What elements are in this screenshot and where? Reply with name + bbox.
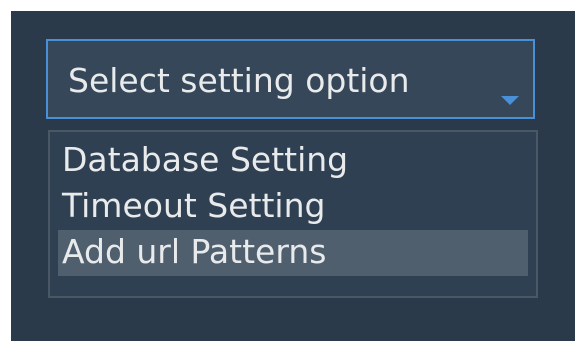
chevron-down-icon[interactable] [501,96,519,105]
option-timeout-setting[interactable]: Timeout Setting [58,184,528,230]
option-add-url-patterns[interactable]: Add url Patterns [58,230,528,276]
settings-panel: Select setting option Database Setting T… [11,11,575,341]
setting-select[interactable]: Select setting option [46,39,535,119]
option-database-setting[interactable]: Database Setting [58,138,528,184]
setting-options-list: Database Setting Timeout Setting Add url… [48,130,538,298]
setting-select-placeholder: Select setting option [68,61,410,100]
